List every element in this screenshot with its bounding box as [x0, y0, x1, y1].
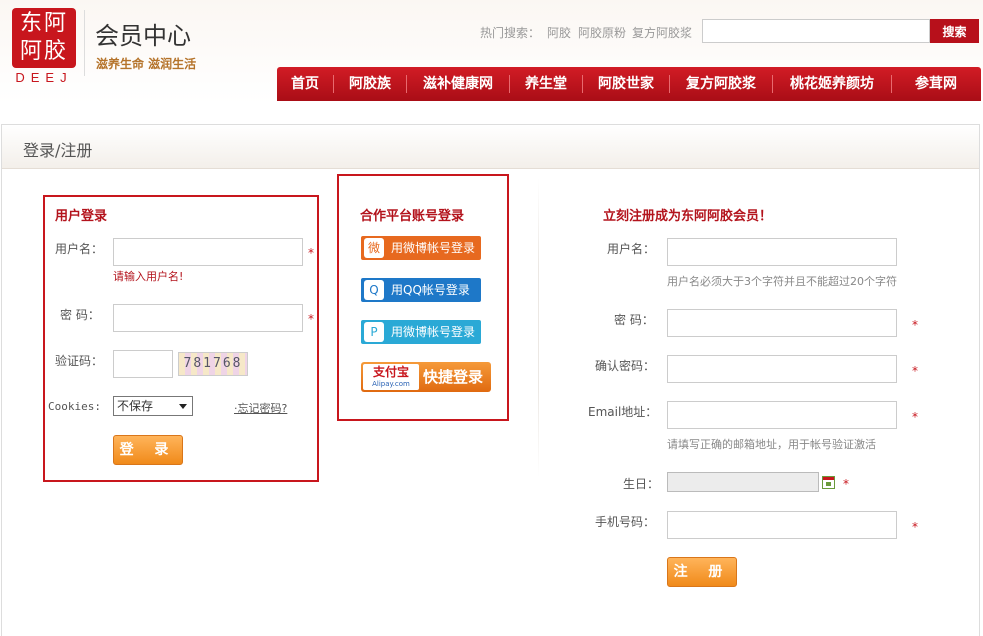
email-field[interactable] — [667, 401, 897, 429]
qq-login-button[interactable]: Q 用QQ帐号登录 — [361, 278, 481, 302]
birthday-label: 生日： — [623, 477, 660, 491]
nav-item-shenrong[interactable]: 参茸网 — [892, 67, 980, 101]
nav-item-fufang[interactable]: 复方阿胶浆 — [670, 67, 772, 101]
login-button[interactable]: 登 录 — [113, 435, 183, 465]
confirm-password-input[interactable] — [667, 355, 897, 383]
logo-seal: 东阿阿胶 — [12, 8, 76, 68]
captcha-label: 验证码： — [55, 354, 104, 368]
login-username-input[interactable] — [113, 238, 303, 266]
register-password-input[interactable] — [667, 309, 897, 337]
weibo-icon: 微 — [364, 238, 384, 258]
panel-header: 登录/注册 — [2, 125, 979, 169]
search-input[interactable] — [702, 19, 930, 43]
confirm-password-label: 确认密码： — [595, 359, 656, 373]
required-star: * — [912, 520, 918, 534]
cookies-select-value: 不保存 — [117, 399, 154, 413]
login-username-label: 用户名： — [55, 242, 104, 256]
hot-link-fufang[interactable]: 复方阿胶浆 — [632, 24, 692, 41]
tencent-weibo-login-button[interactable]: P 用微博帐号登录 — [361, 320, 481, 344]
calendar-icon[interactable] — [822, 476, 835, 489]
email-hint: 请填写正确的邮箱地址，用于帐号验证激活 — [667, 438, 876, 451]
login-title: 用户登录 — [55, 209, 108, 224]
birthday-field[interactable] — [667, 472, 819, 492]
site-header: 东阿阿胶 DEEJ 会员中心 滋养生命 滋润生活 热门搜索： 阿胶 阿胶原粉 复… — [0, 0, 983, 104]
required-star: * — [308, 246, 314, 260]
register-title: 立刻注册成为东阿阿胶会员！ — [603, 209, 773, 224]
captcha-image[interactable]: 781768 — [178, 352, 248, 376]
register-username-label: 用户名： — [607, 242, 656, 256]
hot-link-ejiao-powder[interactable]: 阿胶原粉 — [578, 24, 626, 41]
login-username-error: 请输入用户名! — [113, 270, 184, 283]
partner-title: 合作平台账号登录 — [360, 209, 465, 224]
logo-deej-text: DEEJ — [15, 70, 73, 85]
cookies-label: Cookies: — [48, 400, 101, 413]
email-label: Email地址： — [588, 405, 658, 419]
alipay-logo-icon: 支付宝 Alipay.com — [363, 364, 419, 390]
phone-field[interactable] — [667, 511, 897, 539]
tencent-weibo-login-label: 用微博帐号登录 — [391, 325, 476, 339]
cookies-select[interactable]: 不保存 — [113, 396, 193, 416]
forgot-password-link[interactable]: ·忘记密码? — [234, 400, 287, 416]
register-password-label: 密 码： — [614, 313, 654, 327]
weibo-login-button[interactable]: 微 用微博帐号登录 — [361, 236, 481, 260]
chevron-down-icon — [179, 404, 187, 409]
required-star: * — [843, 477, 849, 491]
nav-item-shijia[interactable]: 阿胶世家 — [583, 67, 669, 101]
nav-item-yangsheng[interactable]: 养生堂 — [510, 67, 582, 101]
register-button[interactable]: 注 册 — [667, 557, 737, 587]
hot-link-ejiao[interactable]: 阿胶 — [547, 24, 571, 41]
weibo-login-label: 用微博帐号登录 — [391, 241, 476, 255]
panel-title: 登录/注册 — [23, 141, 93, 160]
required-star: * — [912, 318, 918, 332]
captcha-input[interactable] — [113, 350, 173, 378]
main-nav: 首页 阿胶族 滋补健康网 养生堂 阿胶世家 复方阿胶浆 桃花姬养颜坊 参茸网 — [277, 67, 981, 101]
nav-item-taohuaji[interactable]: 桃花姬养颜坊 — [773, 67, 891, 101]
column-divider — [538, 178, 539, 478]
tencent-weibo-icon: P — [364, 322, 384, 342]
login-password-input[interactable] — [113, 304, 303, 332]
qq-penguin-icon: Q — [364, 280, 384, 300]
header-divider — [84, 10, 85, 76]
nav-item-health[interactable]: 滋补健康网 — [407, 67, 509, 101]
phone-label: 手机号码： — [595, 515, 656, 529]
required-star: * — [912, 410, 918, 424]
alipay-logo-text: 支付宝 — [372, 365, 409, 379]
nav-item-home[interactable]: 首页 — [277, 67, 333, 101]
nav-item-ejiao-zu[interactable]: 阿胶族 — [334, 67, 406, 101]
alipay-domain: Alipay.com — [372, 380, 410, 388]
register-username-input[interactable] — [667, 238, 897, 266]
alipay-login-label: 快捷登录 — [423, 368, 484, 386]
register-username-hint: 用户名必须大于3个字符并且不能超过20个字符 — [667, 275, 897, 288]
brand-logo[interactable]: 东阿阿胶 DEEJ — [12, 8, 76, 88]
hot-search-label: 热门搜索： — [480, 26, 541, 40]
page-title: 会员中心 — [95, 22, 191, 50]
required-star: * — [912, 364, 918, 378]
site-slogan: 滋养生命 滋润生活 — [96, 57, 197, 71]
qq-login-label: 用QQ帐号登录 — [391, 283, 470, 297]
required-star: * — [308, 312, 314, 326]
search-button[interactable]: 搜索 — [930, 19, 979, 43]
alipay-login-button[interactable]: 支付宝 Alipay.com 快捷登录 — [361, 362, 491, 392]
login-password-label: 密 码： — [60, 308, 100, 322]
